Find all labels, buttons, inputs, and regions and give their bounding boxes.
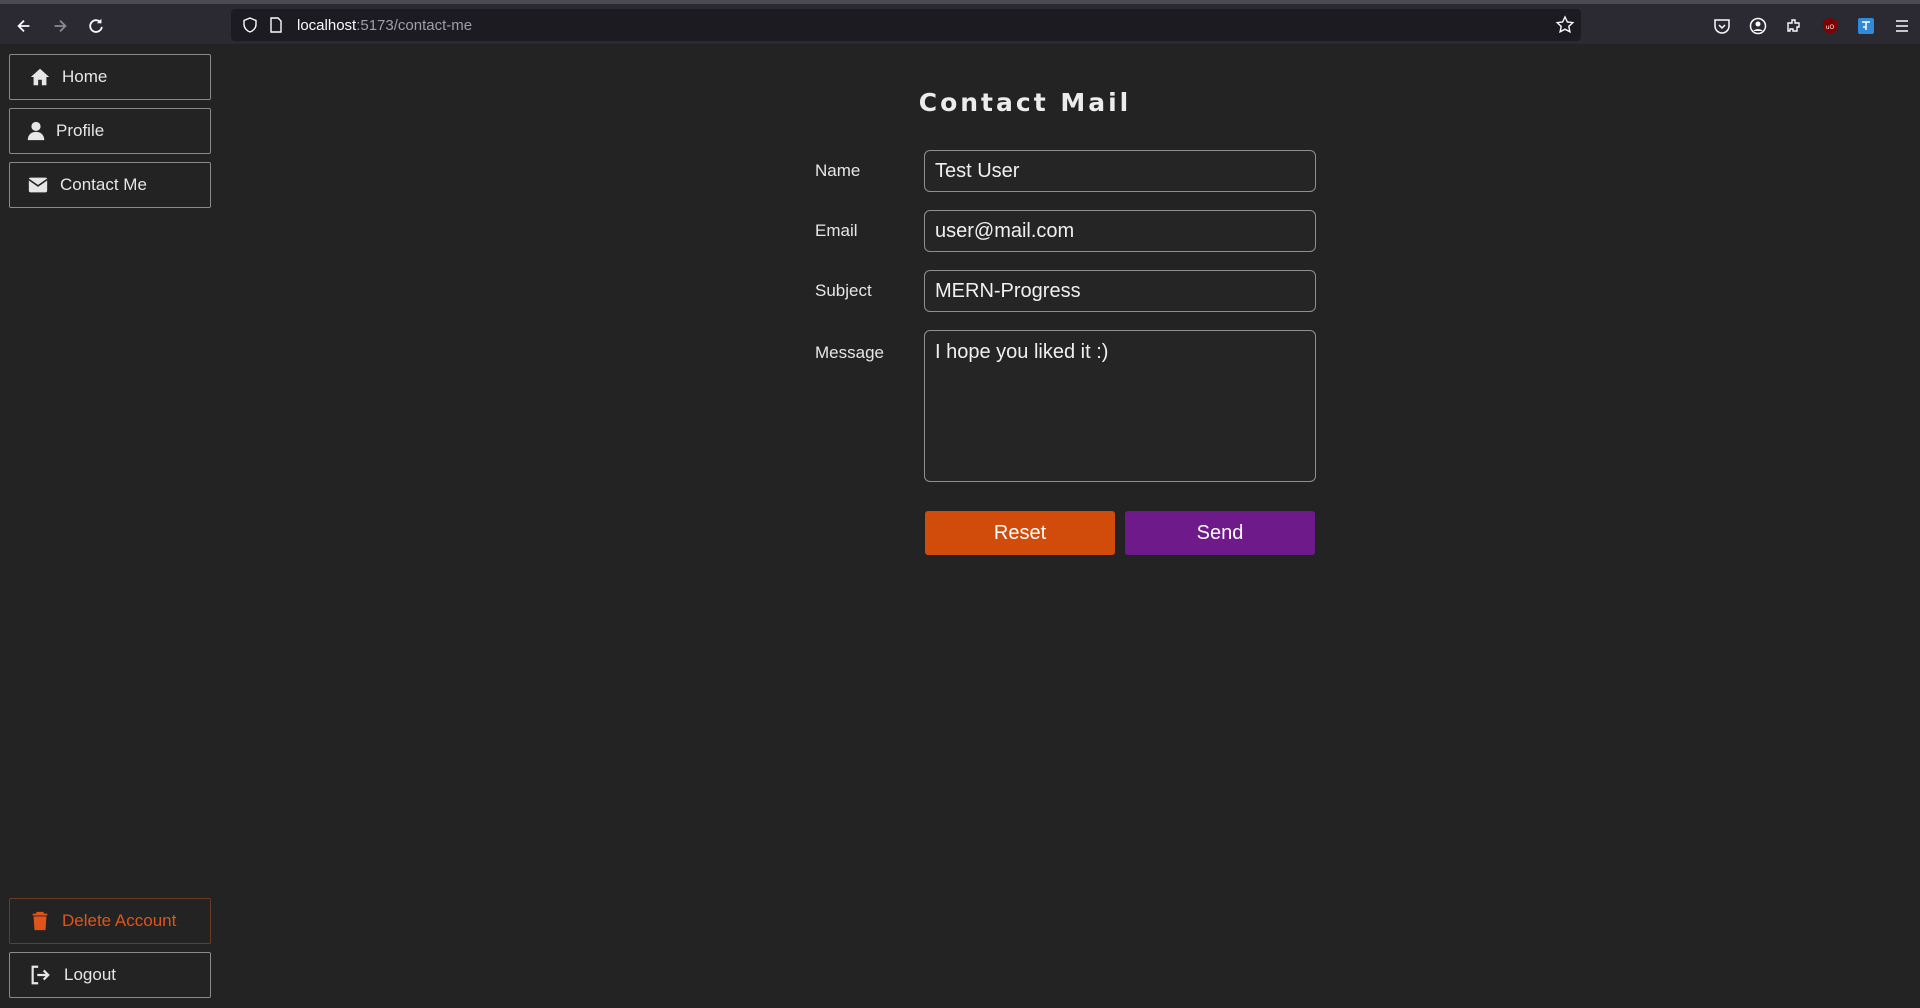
- sidebar: Home Profile Contact Me Delete Account L…: [0, 44, 222, 1008]
- pocket-icon[interactable]: [1704, 12, 1740, 40]
- url-host: localhost: [297, 16, 357, 34]
- user-icon: [24, 119, 48, 143]
- send-button[interactable]: Send: [1125, 511, 1315, 555]
- menu-icon[interactable]: [1884, 12, 1920, 40]
- subject-field[interactable]: MERN-Progress: [924, 270, 1316, 312]
- back-icon[interactable]: [10, 12, 38, 40]
- toolbar-icons: uO: [1704, 12, 1920, 40]
- url-path: :5173/contact-me: [356, 16, 473, 34]
- email-field[interactable]: user@mail.com: [924, 210, 1316, 252]
- sidebar-item-label: Home: [62, 67, 108, 86]
- sidebar-item-label: Profile: [56, 121, 105, 140]
- extensions-icon[interactable]: [1776, 12, 1812, 40]
- ublock-icon[interactable]: uO: [1812, 12, 1848, 40]
- subject-label: Subject: [815, 281, 872, 300]
- account-icon[interactable]: [1740, 12, 1776, 40]
- logout-label: Logout: [64, 965, 116, 984]
- home-icon: [28, 65, 52, 89]
- url-text: localhost:5173/contact-me: [297, 17, 472, 34]
- url-bar[interactable]: localhost:5173/contact-me: [231, 9, 1581, 41]
- star-icon[interactable]: [1555, 15, 1575, 35]
- message-field[interactable]: I hope you liked it :): [924, 330, 1316, 482]
- forward-icon[interactable]: [46, 12, 74, 40]
- trash-icon: [28, 909, 52, 933]
- email-label: Email: [815, 221, 858, 240]
- logout-button[interactable]: Logout: [9, 952, 211, 998]
- message-label: Message: [815, 343, 884, 362]
- page-icon[interactable]: [267, 16, 285, 34]
- sidebar-item-label: Contact Me: [60, 175, 147, 194]
- delete-account-button[interactable]: Delete Account: [9, 898, 211, 944]
- sidebar-item-contact-me[interactable]: Contact Me: [9, 162, 211, 208]
- delete-account-label: Delete Account: [62, 911, 177, 930]
- name-field[interactable]: Test User: [924, 150, 1316, 192]
- reload-icon[interactable]: [82, 12, 110, 40]
- svg-text:uO: uO: [1826, 24, 1835, 31]
- reset-button[interactable]: Reset: [925, 511, 1115, 555]
- page-title: Contact Mail: [918, 88, 1132, 117]
- translate-icon[interactable]: [1848, 12, 1884, 40]
- shield-icon[interactable]: [241, 16, 259, 34]
- envelope-icon: [26, 173, 50, 197]
- browser-toolbar: localhost:5173/contact-me uO: [0, 0, 1920, 44]
- name-label: Name: [815, 161, 861, 180]
- logout-icon: [28, 963, 52, 987]
